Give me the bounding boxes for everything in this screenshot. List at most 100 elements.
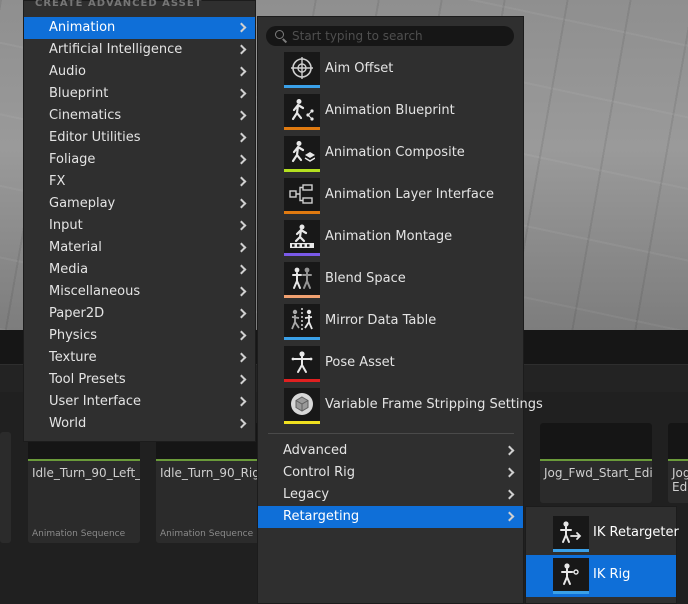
menu-item-foliage[interactable]: Foliage — [24, 149, 255, 171]
menu-item-label: Editor Utilities — [49, 130, 141, 145]
search-box[interactable] — [266, 26, 514, 46]
menu-item-miscellaneous[interactable]: Miscellaneous — [24, 281, 255, 303]
chevron-right-icon — [236, 154, 247, 165]
menu-item-texture[interactable]: Texture — [24, 347, 255, 369]
menu-item-material[interactable]: Material — [24, 237, 255, 259]
menu-item-label: Physics — [49, 328, 98, 343]
chevron-right-icon — [236, 374, 247, 385]
animation-submenu: Aim Offset Animation Blueprint Animation C… — [257, 16, 543, 604]
asset-item-animation-layer-interface[interactable]: Animation Layer Interface — [284, 175, 519, 217]
menu-item-blueprint[interactable]: Blueprint — [24, 83, 255, 105]
menu-item-paper2d[interactable]: Paper2D — [24, 303, 255, 325]
animation-composite-icon — [284, 136, 320, 172]
asset-item-mirror-data-table[interactable]: Mirror Data Table — [284, 301, 519, 343]
menu-item-input[interactable]: Input — [24, 215, 255, 237]
mirror-data-table-icon — [284, 304, 320, 340]
asset-tile-type: Animation Sequence — [32, 529, 126, 539]
menu-item-fx[interactable]: FX — [24, 171, 255, 193]
menu-item-label: Texture — [49, 350, 97, 365]
chevron-right-icon — [236, 88, 247, 99]
asset-tile-name: Idle_Turn_90_Left_Edited — [32, 466, 140, 480]
chevron-right-icon — [236, 176, 247, 187]
frame-stripping-icon — [284, 388, 320, 424]
chevron-right-icon — [236, 110, 247, 121]
menu-item-label: User Interface — [49, 394, 141, 409]
menu-item-label: Animation — [49, 20, 116, 35]
submenu-item-label: Legacy — [283, 487, 330, 502]
create-advanced-asset-menu: CREATE ADVANCED ASSET Animation Artificia… — [23, 0, 256, 442]
chevron-right-icon — [236, 132, 247, 143]
chevron-right-icon — [236, 286, 247, 297]
menu-item-user-interface[interactable]: User Interface — [24, 391, 255, 413]
asset-item-animation-montage[interactable]: Animation Montage — [284, 217, 519, 259]
menu-item-label: Foliage — [49, 152, 96, 167]
chevron-right-icon — [236, 264, 247, 275]
animation-blueprint-icon — [284, 94, 320, 130]
submenu-item-retargeting[interactable]: Retargeting — [258, 506, 523, 528]
menu-item-tool-presets[interactable]: Tool Presets — [24, 369, 255, 391]
chevron-right-icon — [236, 22, 247, 33]
asset-item-label: Variable Frame Stripping Settings — [325, 397, 543, 412]
retarget-item-ik-rig[interactable]: IK Rig — [526, 555, 676, 597]
asset-tile[interactable]: Jog_Fwd_Start_Edited — [540, 423, 652, 503]
chevron-right-icon — [236, 396, 247, 407]
retarget-item-label: IK Retargeter — [593, 525, 679, 540]
menu-item-label: World — [49, 416, 87, 431]
submenu-item-label: Control Rig — [283, 465, 356, 480]
search-input[interactable] — [292, 26, 507, 46]
chevron-right-icon — [236, 308, 247, 319]
menu-header: CREATE ADVANCED ASSET — [35, 0, 203, 9]
menu-item-label: Cinematics — [49, 108, 122, 123]
menu-item-world[interactable]: World — [24, 413, 255, 435]
asset-tile-name: Idle_Turn_90_Right_Edited — [160, 466, 268, 480]
animation-montage-icon — [284, 220, 320, 256]
menu-item-label: Media — [49, 262, 89, 277]
asset-item-pose-asset[interactable]: Pose Asset — [284, 343, 519, 385]
asset-item-blend-space[interactable]: Blend Space — [284, 259, 519, 301]
asset-item-animation-composite[interactable]: Animation Composite — [284, 133, 519, 175]
menu-item-label: Input — [49, 218, 83, 233]
menu-item-media[interactable]: Media — [24, 259, 255, 281]
menu-item-gameplay[interactable]: Gameplay — [24, 193, 255, 215]
retargeting-submenu: IK Retargeter IK Rig — [525, 506, 679, 604]
asset-item-label: Animation Layer Interface — [325, 187, 494, 202]
menu-divider — [268, 433, 514, 434]
retarget-item-label: IK Rig — [593, 567, 631, 582]
retarget-item-ik-retargeter[interactable]: IK Retargeter — [526, 513, 679, 555]
asset-item-label: Animation Composite — [325, 145, 465, 160]
chevron-right-icon — [236, 352, 247, 363]
asset-item-label: Mirror Data Table — [325, 313, 437, 328]
blend-space-icon — [284, 262, 320, 298]
submenu-item-legacy[interactable]: Legacy — [258, 484, 523, 506]
menu-item-editor-utilities[interactable]: Editor Utilities — [24, 127, 255, 149]
asset-thumbnail — [540, 423, 652, 461]
asset-item-aim-offset[interactable]: Aim Offset — [284, 49, 519, 91]
asset-tile-name: Jog_Fwd_Start_Edited — [544, 466, 652, 480]
ik-retargeter-icon — [553, 516, 589, 552]
submenu-item-control-rig[interactable]: Control Rig — [258, 462, 523, 484]
menu-item-label: Paper2D — [49, 306, 105, 321]
menu-item-animation[interactable]: Animation — [24, 17, 255, 39]
asset-tile-partial[interactable] — [0, 432, 11, 543]
chevron-right-icon — [504, 445, 515, 456]
chevron-right-icon — [236, 198, 247, 209]
menu-item-artificial-intelligence[interactable]: Artificial Intelligence — [24, 39, 255, 61]
chevron-right-icon — [236, 66, 247, 77]
asset-item-label: Blend Space — [325, 271, 406, 286]
chevron-right-icon — [504, 467, 515, 478]
submenu-item-label: Advanced — [283, 443, 348, 458]
asset-item-variable-frame-stripping-settings[interactable]: Variable Frame Stripping Settings — [284, 385, 543, 427]
menu-item-label: Audio — [49, 64, 86, 79]
asset-item-animation-blueprint[interactable]: Animation Blueprint — [284, 91, 519, 133]
menu-item-physics[interactable]: Physics — [24, 325, 255, 347]
menu-item-label: Gameplay — [49, 196, 116, 211]
menu-item-audio[interactable]: Audio — [24, 61, 255, 83]
chevron-right-icon — [236, 330, 247, 341]
search-icon — [275, 30, 284, 39]
menu-item-label: Artificial Intelligence — [49, 42, 183, 57]
menu-item-label: Tool Presets — [49, 372, 126, 387]
menu-item-cinematics[interactable]: Cinematics — [24, 105, 255, 127]
submenu-item-advanced[interactable]: Advanced — [258, 440, 523, 462]
submenu-item-label: Retargeting — [283, 509, 360, 524]
asset-tile[interactable]: Jog Edit — [668, 423, 688, 503]
